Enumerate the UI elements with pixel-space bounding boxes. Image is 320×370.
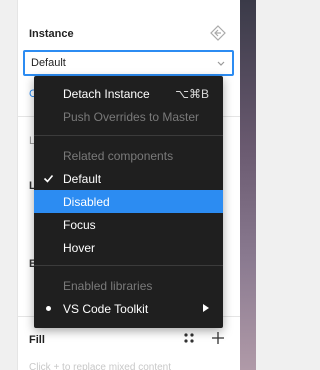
instance-section-title: Instance [29, 28, 74, 40]
checkmark-icon [43, 174, 54, 183]
menu-item-label: VS Code Toolkit [63, 302, 149, 316]
menu-item-variant-disabled[interactable]: Disabled [34, 190, 223, 213]
menu-item-label: Hover [63, 241, 96, 255]
submenu-arrow-icon [203, 304, 209, 312]
bullet-icon [46, 306, 51, 311]
component-variant-select[interactable]: Default [23, 50, 234, 76]
instance-dropdown-menu: Detach Instance ⌥⌘B Push Overrides to Ma… [34, 76, 223, 328]
menu-separator [34, 135, 223, 136]
add-fill-icon[interactable] [211, 330, 225, 346]
detach-instance-icon[interactable] [209, 24, 227, 42]
menu-item-library-vscode-toolkit[interactable]: VS Code Toolkit [34, 297, 223, 320]
menu-item-label: Detach Instance [63, 87, 150, 101]
menu-separator [34, 265, 223, 266]
menu-item-label: Disabled [63, 195, 110, 209]
menu-item-label: Push Overrides to Master [63, 110, 200, 124]
styles-grid-icon[interactable] [183, 330, 195, 346]
fill-hint: Click + to replace mixed content [29, 362, 172, 370]
menu-item-label: Focus [63, 218, 96, 232]
menu-item-variant-hover[interactable]: Hover [34, 236, 223, 259]
chevron-down-icon [217, 61, 225, 66]
canvas-background [240, 0, 256, 370]
menu-item-label: Default [63, 172, 102, 186]
menu-header-label: Related components [63, 149, 174, 163]
select-value: Default [31, 57, 66, 69]
menu-header-related-components: Related components [34, 144, 223, 167]
fill-section-title: Fill [29, 334, 45, 346]
menu-item-push-overrides: Push Overrides to Master [34, 105, 223, 128]
menu-item-variant-focus[interactable]: Focus [34, 213, 223, 236]
menu-header-label: Enabled libraries [63, 279, 153, 293]
menu-item-detach-instance[interactable]: Detach Instance ⌥⌘B [34, 82, 223, 105]
menu-shortcut: ⌥⌘B [175, 87, 209, 101]
menu-header-enabled-libraries: Enabled libraries [34, 274, 223, 297]
menu-item-variant-default[interactable]: Default [34, 167, 223, 190]
